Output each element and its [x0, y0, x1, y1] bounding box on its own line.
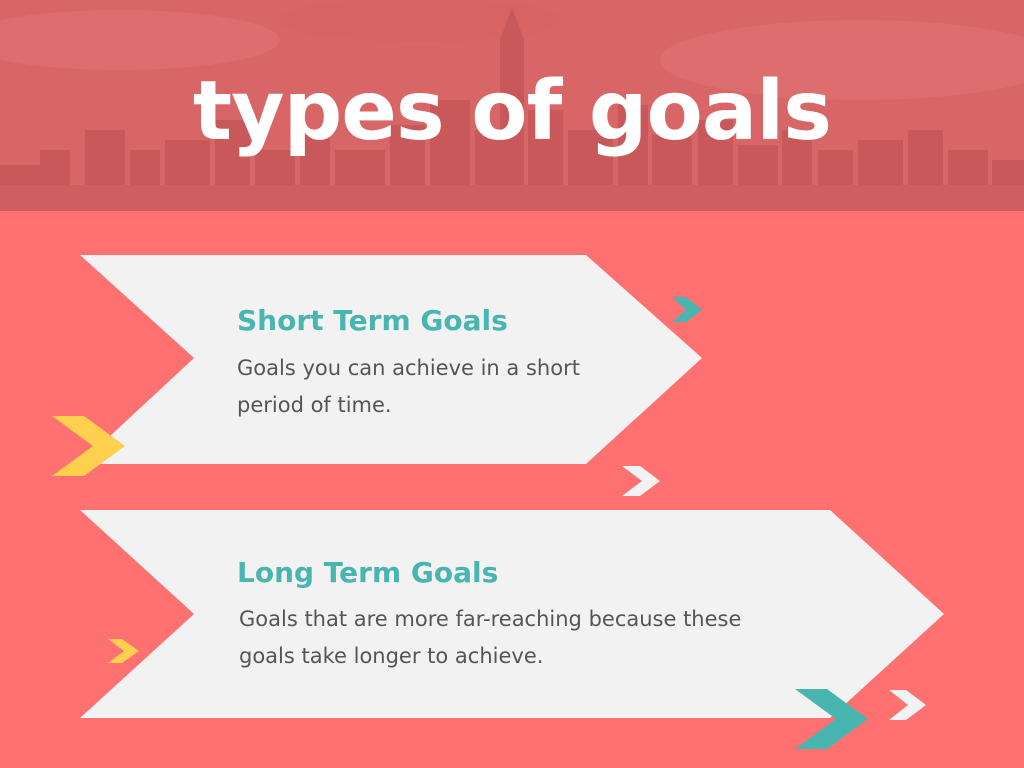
chevron-white-icon — [889, 690, 926, 720]
chevron-white-icon — [622, 466, 660, 496]
short-term-description: Goals you can achieve in a short period … — [237, 356, 580, 417]
chevron-teal-icon — [672, 297, 702, 322]
chevron-yellow-icon — [52, 416, 125, 476]
short-term-title: Short Term Goals — [237, 304, 508, 337]
long-term-title: Long Term Goals — [237, 556, 499, 589]
long-term-description: Goals that are more far-reaching because… — [239, 607, 742, 668]
chevron-yellow-icon — [108, 639, 139, 663]
